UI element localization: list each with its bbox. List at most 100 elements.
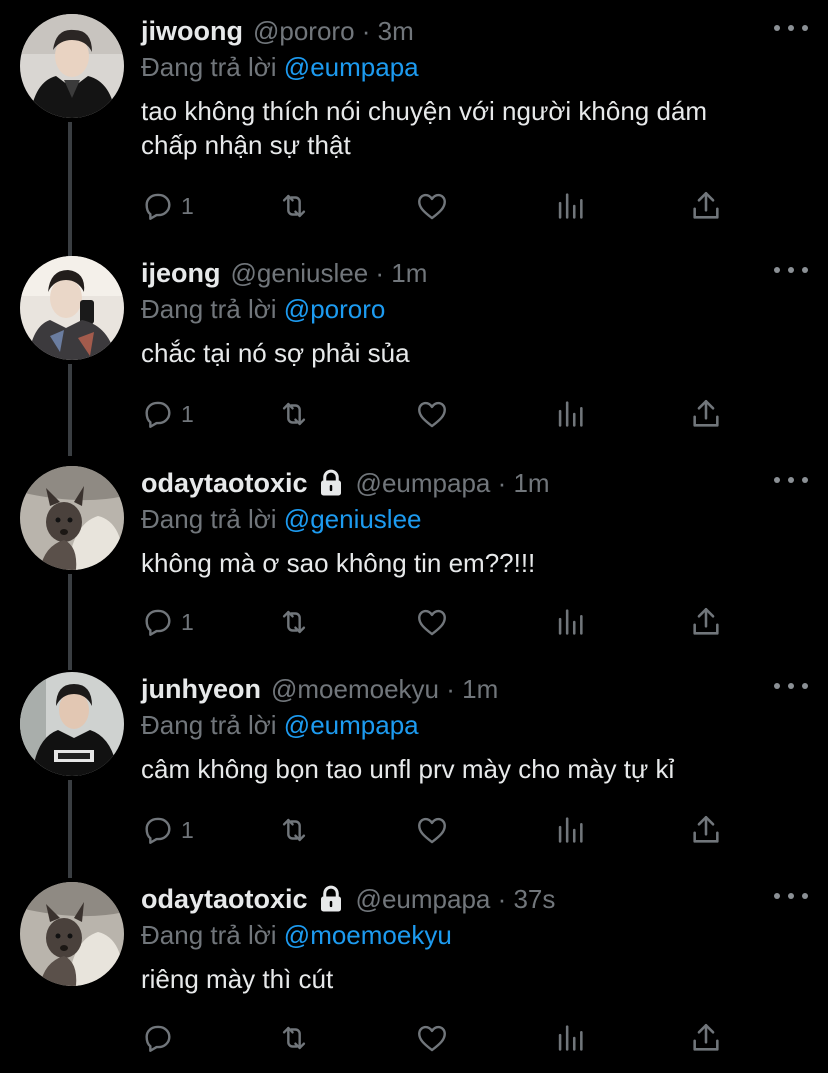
- thread-connector-line: [68, 780, 72, 878]
- share-icon: [693, 399, 719, 427]
- more-options-icon[interactable]: [774, 676, 808, 696]
- analytics-button[interactable]: [553, 1020, 587, 1056]
- avatar[interactable]: [20, 466, 124, 570]
- lock-icon: [320, 885, 341, 912]
- replying-to-label: Đang trả lời: [141, 504, 277, 534]
- tweet-text: riêng mày thì cút: [141, 964, 334, 994]
- analytics-icon: [558, 817, 583, 843]
- share-button[interactable]: [689, 812, 723, 848]
- handle-and-time[interactable]: @eumpapa · 37s: [356, 884, 556, 915]
- tweet-text: câm không bọn tao unfl prv mày cho mày t…: [141, 754, 675, 784]
- tweet-actions: 1: [141, 812, 741, 852]
- share-button[interactable]: [689, 1020, 723, 1056]
- tweet-text: không mà ơ sao không tin em??!!!: [141, 548, 536, 578]
- more-options-icon[interactable]: [774, 18, 808, 38]
- reply-count: 1: [181, 816, 194, 843]
- display-name[interactable]: odaytaotoxic: [141, 884, 308, 915]
- display-name[interactable]: odaytaotoxic: [141, 468, 308, 499]
- retweet-button[interactable]: [277, 812, 311, 848]
- heart-icon: [418, 193, 446, 220]
- analytics-button[interactable]: [553, 396, 587, 432]
- reply-count: 1: [181, 400, 194, 427]
- replying-to-label: Đang trả lời: [141, 294, 277, 324]
- share-icon: [693, 607, 719, 635]
- reply-icon: [145, 817, 171, 844]
- heart-icon: [418, 1025, 446, 1052]
- retweet-button[interactable]: [277, 604, 311, 640]
- replying-to: Đang trả lời @geniuslee: [141, 502, 808, 536]
- display-name[interactable]: jiwoong: [141, 16, 243, 47]
- heart-icon: [418, 817, 446, 844]
- like-button[interactable]: [415, 812, 449, 848]
- tweet-actions: 1: [141, 188, 741, 228]
- share-icon: [693, 815, 719, 843]
- replying-to-handle[interactable]: @eumpapa: [284, 52, 419, 82]
- analytics-icon: [558, 1025, 583, 1051]
- analytics-icon: [558, 401, 583, 427]
- share-button[interactable]: [689, 396, 723, 432]
- replying-to-handle[interactable]: @pororo: [284, 294, 386, 324]
- reply-button[interactable]: 1: [141, 812, 194, 848]
- thread-connector-line: [68, 122, 72, 262]
- avatar-dog: [20, 466, 124, 570]
- tweet-text: chắc tại nó sợ phải sủa: [141, 338, 410, 368]
- avatar[interactable]: [20, 256, 124, 360]
- lock-icon: [320, 469, 341, 496]
- reply-icon: [145, 193, 171, 220]
- more-options-icon[interactable]: [774, 470, 808, 490]
- handle-and-time[interactable]: @eumpapa · 1m: [356, 468, 550, 499]
- reply-thread: jiwoong @pororo · 3m Đang trả lời @eumpa…: [0, 0, 828, 1073]
- reply-icon: [145, 609, 171, 636]
- reply-count: 1: [181, 608, 194, 635]
- reply-count: 1: [181, 192, 194, 219]
- share-button[interactable]: [689, 188, 723, 224]
- handle-and-time[interactable]: @geniuslee · 1m: [231, 258, 428, 289]
- replying-to-label: Đang trả lời: [141, 52, 277, 82]
- handle-and-time[interactable]: @moemoekyu · 1m: [271, 674, 498, 705]
- retweet-button[interactable]: [277, 188, 311, 224]
- retweet-icon: [282, 1026, 306, 1050]
- replying-to-label: Đang trả lời: [141, 920, 277, 950]
- like-button[interactable]: [415, 396, 449, 432]
- more-options-icon[interactable]: [774, 260, 808, 280]
- reply-button[interactable]: 1: [141, 396, 194, 432]
- replying-to-handle[interactable]: @moemoekyu: [284, 920, 452, 950]
- replying-to: Đang trả lời @moemoekyu: [141, 918, 808, 952]
- replying-to: Đang trả lời @eumpapa: [141, 50, 808, 84]
- replying-to-handle[interactable]: @geniuslee: [284, 504, 422, 534]
- avatar-person-black-jacket: [20, 14, 124, 118]
- share-button[interactable]: [689, 604, 723, 640]
- display-name[interactable]: ijeong: [141, 258, 221, 289]
- handle-and-time[interactable]: @pororo · 3m: [253, 16, 414, 47]
- like-button[interactable]: [415, 604, 449, 640]
- analytics-button[interactable]: [553, 812, 587, 848]
- retweet-button[interactable]: [277, 1020, 311, 1056]
- reply-button[interactable]: 1: [141, 188, 194, 224]
- share-icon: [693, 1023, 719, 1051]
- reply-button[interactable]: 1: [141, 604, 194, 640]
- replying-to: Đang trả lời @pororo: [141, 292, 808, 326]
- like-button[interactable]: [415, 188, 449, 224]
- avatar-person-mirror-selfie: [20, 256, 124, 360]
- avatar-dog: [20, 882, 124, 986]
- analytics-icon: [558, 193, 583, 219]
- tweet-text: tao không thích nói chuyện với người khô…: [141, 96, 708, 160]
- retweet-icon: [282, 818, 306, 842]
- replying-to: Đang trả lời @eumpapa: [141, 708, 808, 742]
- more-options-icon[interactable]: [774, 886, 808, 906]
- retweet-icon: [282, 610, 306, 634]
- avatar[interactable]: [20, 882, 124, 986]
- display-name[interactable]: junhyeon: [141, 674, 261, 705]
- thread-connector-line: [68, 364, 72, 456]
- avatar[interactable]: [20, 14, 124, 118]
- replying-to-handle[interactable]: @eumpapa: [284, 710, 419, 740]
- reply-button[interactable]: [141, 1020, 181, 1056]
- analytics-button[interactable]: [553, 604, 587, 640]
- analytics-icon: [558, 609, 583, 635]
- analytics-button[interactable]: [553, 188, 587, 224]
- retweet-icon: [282, 194, 306, 218]
- like-button[interactable]: [415, 1020, 449, 1056]
- retweet-button[interactable]: [277, 396, 311, 432]
- thread-connector-line: [68, 574, 72, 670]
- avatar[interactable]: [20, 672, 124, 776]
